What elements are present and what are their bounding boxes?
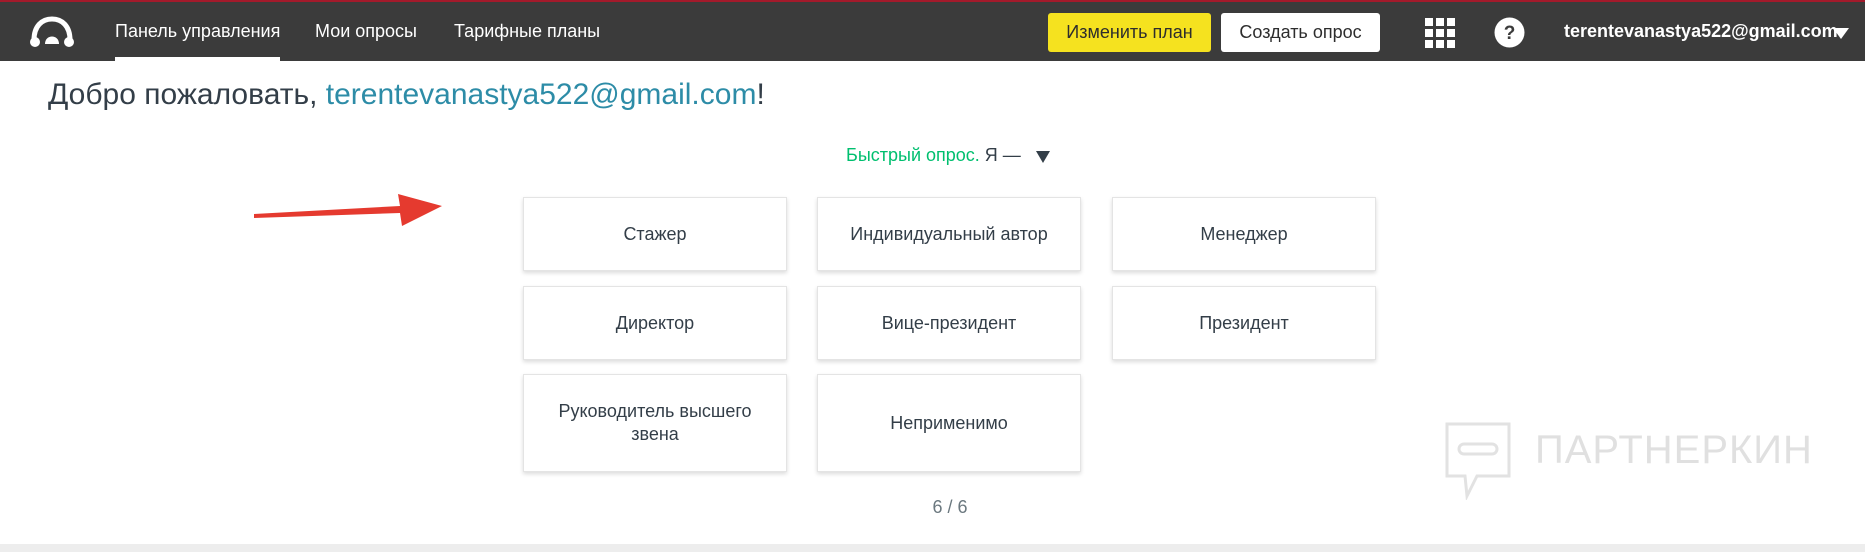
option-manager[interactable]: Менеджер [1112, 197, 1376, 271]
option-senior-executive[interactable]: Руководитель высшего звена [523, 374, 787, 472]
option-not-applicable[interactable]: Неприменимо [817, 374, 1081, 472]
quick-survey-question: Я — [979, 145, 1021, 165]
svg-text:?: ? [1504, 23, 1516, 44]
bottom-divider [0, 544, 1865, 552]
option-president[interactable]: Президент [1112, 286, 1376, 360]
help-icon[interactable]: ? [1494, 17, 1525, 48]
surveymonkey-logo-icon[interactable] [28, 14, 76, 50]
pagination-counter: 6 / 6 [932, 497, 968, 517]
watermark-text: ПАРТНЕРКИН [1535, 428, 1813, 472]
welcome-suffix: ! [756, 78, 765, 111]
nav-pricing-plans[interactable]: Тарифные планы [454, 2, 600, 61]
watermark-logo-icon [1445, 422, 1511, 500]
option-individual-contributor[interactable]: Индивидуальный автор [817, 197, 1081, 271]
welcome-heading: Добро пожаловать, terentevanastya522@gma… [48, 78, 765, 112]
welcome-prefix: Добро пожаловать, [48, 78, 326, 111]
nav-my-surveys[interactable]: Мои опросы [315, 2, 417, 61]
quick-survey-label: Быстрый опрос. [846, 145, 980, 165]
top-navigation-bar: Панель управления Мои опросы Тарифные пл… [0, 0, 1865, 61]
account-menu[interactable]: terentevanastya522@gmail.com [1564, 2, 1838, 61]
nav-dashboard[interactable]: Панель управления [115, 2, 281, 61]
option-director[interactable]: Директор [523, 286, 787, 360]
option-vice-president[interactable]: Вице-президент [817, 286, 1081, 360]
create-survey-button[interactable]: Создать опрос [1221, 13, 1380, 52]
apps-grid-icon[interactable] [1424, 17, 1456, 49]
option-intern[interactable]: Стажер [523, 197, 787, 271]
red-arrow-annotation [254, 194, 442, 226]
upgrade-plan-button[interactable]: Изменить план [1048, 13, 1211, 52]
caret-down-icon[interactable] [1036, 151, 1050, 163]
quick-survey-prompt: Быстрый опрос. Я — [846, 145, 1021, 166]
welcome-email: terentevanastya522@gmail.com [325, 78, 757, 111]
chevron-down-icon[interactable] [1833, 28, 1849, 40]
